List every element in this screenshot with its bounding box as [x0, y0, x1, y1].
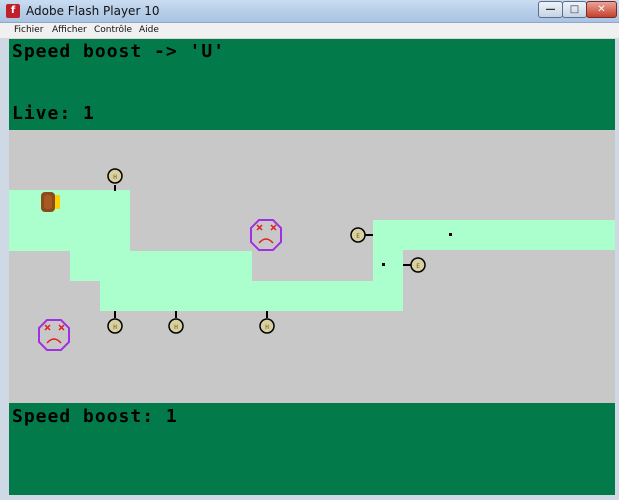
turret-icon: H	[107, 311, 123, 334]
speed-boost-label: Speed boost:	[12, 406, 155, 427]
turret-icon: E	[403, 257, 426, 273]
turret-icon: H	[168, 311, 184, 334]
svg-text:H: H	[113, 324, 117, 331]
speed-boost-value: 1	[165, 406, 178, 427]
lives-label: Live:	[12, 103, 72, 124]
window-border-right	[615, 39, 619, 500]
dot-pickup	[449, 233, 452, 236]
menu-afficher[interactable]: Afficher	[52, 24, 87, 37]
title-bar[interactable]: f Adobe Flash Player 10 — □ ✕	[0, 0, 619, 23]
dot-pickup	[382, 263, 385, 266]
lives-value: 1	[83, 103, 95, 124]
menu-controle[interactable]: Contrôle	[94, 24, 132, 37]
hud-bottom-panel: Speed boost: 1	[9, 403, 615, 495]
svg-text:H: H	[174, 324, 178, 331]
turret-icon: H	[259, 311, 275, 334]
menu-bar: Fichier Afficher Contrôle Aide	[0, 23, 619, 39]
turret-icon: H	[107, 168, 123, 191]
lives-display: Live: 1	[12, 103, 95, 124]
window-border-bottom	[0, 495, 619, 500]
sad-face-enemy-icon	[250, 219, 282, 251]
speed-boost-hint: Speed boost -> 'U'	[12, 41, 226, 62]
sad-face-enemy-icon	[38, 319, 70, 351]
speed-boost-counter: Speed boost: 1	[12, 406, 178, 427]
svg-text:E: E	[356, 233, 360, 240]
close-button[interactable]: ✕	[586, 1, 617, 18]
svg-text:H: H	[265, 324, 269, 331]
hud-top-panel: Speed boost -> 'U' Live: 1	[9, 39, 615, 130]
menu-fichier[interactable]: Fichier	[14, 24, 43, 37]
path-track	[9, 190, 615, 311]
player-ship	[41, 192, 60, 212]
svg-text:H: H	[113, 174, 117, 181]
window-border-left	[0, 39, 9, 500]
maximize-button[interactable]: □	[562, 1, 587, 18]
flash-player-icon: f	[6, 4, 20, 18]
app-window: f Adobe Flash Player 10 — □ ✕ Fichier Af…	[0, 0, 619, 500]
turret-icon: E	[350, 227, 373, 243]
minimize-button[interactable]: —	[538, 1, 563, 18]
menu-aide[interactable]: Aide	[139, 24, 159, 37]
svg-text:E: E	[416, 263, 420, 270]
game-arena: H H H H E E	[9, 168, 615, 351]
window-title: Adobe Flash Player 10	[26, 4, 160, 18]
game-stage[interactable]: Speed boost -> 'U' Live: 1 H H H H E E S…	[9, 39, 615, 495]
